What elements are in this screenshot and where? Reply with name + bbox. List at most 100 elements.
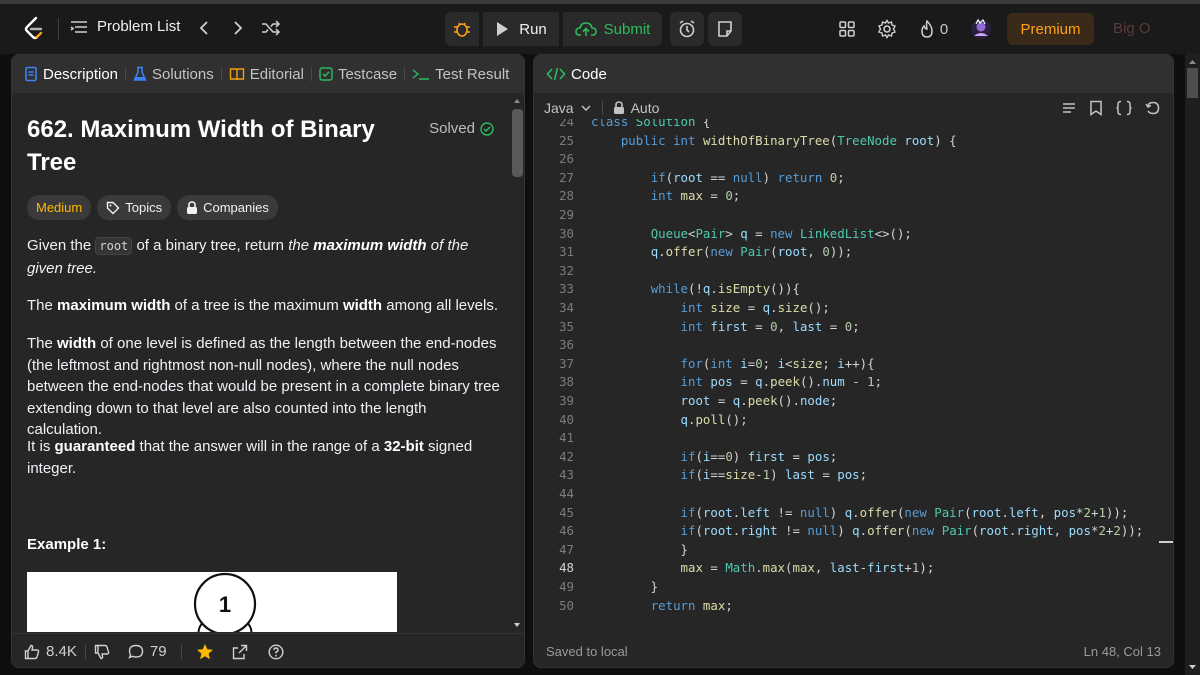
code-line[interactable]: 42 if(i==0) first = pos; [534,448,1154,467]
topics-button[interactable]: Topics [97,195,172,220]
code-line[interactable]: 47 } [534,541,1154,560]
example-title: Example 1: [27,536,107,553]
difficulty-badge: Medium [27,195,92,220]
code-line[interactable]: 30 Queue<Pair> q = new LinkedList<>(); [534,225,1154,244]
code-line[interactable]: 39 root = q.peek().node; [534,392,1154,411]
code-line[interactable]: 33 while(!q.isEmpty()){ [534,280,1154,299]
line-number: 24 [559,119,574,129]
problem-list-button[interactable]: Problem List [70,18,180,35]
language-value: Java [544,100,574,116]
comment-icon [128,644,144,659]
language-select[interactable]: Java [544,100,592,116]
comments-button[interactable]: 79 [128,643,167,660]
braces-icon[interactable] [1115,100,1133,116]
leetcode-logo-icon[interactable] [22,16,46,42]
code-text: int max = 0; [650,188,741,204]
code-line[interactable]: 45 if(root.left != null) q.offer(new Pai… [534,504,1154,523]
bold-text: guaranteed [54,438,136,455]
flask-icon [133,66,147,81]
streak-counter[interactable]: 0 [917,18,951,40]
line-number: 43 [559,467,574,483]
companies-button[interactable]: Companies [177,195,278,220]
tab-editorial[interactable]: Editorial [229,66,304,83]
top-navbar: Problem List Run Submit 0 Premium Big O [0,4,1200,54]
code-line[interactable]: 28 int max = 0; [534,187,1154,206]
lock-icon [187,200,198,214]
submit-button[interactable]: Submit [563,12,662,46]
code-text: root = q.peek().node; [680,393,838,408]
tab-label: Test Result [435,65,510,83]
dislike-button[interactable] [94,644,110,660]
tab-description[interactable]: Description [24,66,118,83]
tab-test-result[interactable]: Test Result [412,66,509,83]
page-scrollbar[interactable] [1185,54,1200,675]
companies-label: Companies [203,200,269,215]
page-scrollbar-thumb[interactable] [1187,68,1198,98]
code-line[interactable]: 35 int first = 0, last = 0; [534,318,1154,337]
avatar[interactable] [969,18,993,40]
layout-button[interactable] [836,18,858,40]
code-line[interactable]: 24 class Solution { [534,119,1154,132]
run-button[interactable]: Run [483,12,559,46]
code-line[interactable]: 31 q.offer(new Pair(root, 0)); [534,243,1154,262]
reset-icon[interactable] [1145,100,1161,116]
random-problem-button[interactable] [260,17,282,39]
code-line[interactable]: 25 public int widthOfBinaryTree(TreeNode… [534,132,1154,151]
example-tree-image: 1 [27,572,397,632]
tab-code[interactable]: Code [546,66,607,83]
code-line[interactable]: 27 if(root == null) return 0; [534,169,1154,188]
share-icon[interactable] [232,644,248,660]
code-line[interactable]: 41 [534,429,1154,448]
code-line[interactable]: 46 if(root.right != null) q.offer(new Pa… [534,522,1154,541]
resize-handle[interactable] [1159,541,1173,543]
inline-code-root: root [95,237,133,255]
big-o-label: Big O [1113,20,1151,37]
prev-problem-button[interactable] [193,17,215,39]
code-editor[interactable]: 24 class Solution {25 public int widthOfB… [534,119,1154,619]
footer-divider [84,643,86,660]
tag-icon [107,201,120,214]
help-circle-icon[interactable] [268,643,284,660]
tab-testcase[interactable]: Testcase [319,66,397,83]
like-count: 8.4K [46,643,77,660]
solved-badge: Solved [429,120,494,137]
code-line[interactable]: 50 return max; [534,597,1154,616]
code-line[interactable]: 38 int pos = q.peek().num - 1; [534,373,1154,392]
tab-label: Description [43,65,119,83]
code-tab-label: Code [571,65,607,83]
like-button[interactable]: 8.4K [24,643,77,660]
notes-button[interactable] [708,12,742,46]
code-line[interactable]: 49 } [534,578,1154,597]
code-line[interactable]: 44 [534,485,1154,504]
timer-button[interactable] [670,12,704,46]
gear-icon [878,19,896,39]
code-line[interactable]: 43 if(i==size-1) last = pos; [534,466,1154,485]
description-scrollbar-thumb[interactable] [512,109,523,177]
code-line[interactable]: 48 max = Math.max(max, last-first+1); [534,559,1154,578]
auto-mode-toggle[interactable]: Auto [613,100,659,116]
bookmark-icon[interactable] [1089,100,1103,116]
code-text: max = Math.max(max, last-first+1); [680,560,935,576]
code-line[interactable]: 26 [534,150,1154,169]
next-problem-button[interactable] [227,17,249,39]
play-icon [497,22,509,36]
format-icon[interactable] [1061,100,1077,116]
line-number: 37 [559,355,574,371]
star-icon[interactable] [196,643,214,661]
code-line[interactable]: 36 [534,336,1154,355]
code-line[interactable]: 32 [534,262,1154,281]
code-line[interactable]: 40 q.poll(); [534,411,1154,430]
code-line[interactable]: 34 int size = q.size(); [534,299,1154,318]
premium-button[interactable]: Premium [1007,13,1094,45]
streak-count: 0 [939,20,949,38]
tab-solutions[interactable]: Solutions [133,66,214,83]
editor-actions [1061,100,1161,116]
line-number: 50 [559,597,574,613]
code-line[interactable]: 29 [534,206,1154,225]
debugger-button[interactable] [445,12,479,46]
code-text: } [591,541,688,557]
code-text: q.poll(); [680,411,748,427]
code-text: if(i==size-1) last = pos; [680,467,868,483]
settings-button[interactable] [876,18,898,40]
code-line[interactable]: 37 for(int i=0; i<size; i++){ [534,355,1154,374]
